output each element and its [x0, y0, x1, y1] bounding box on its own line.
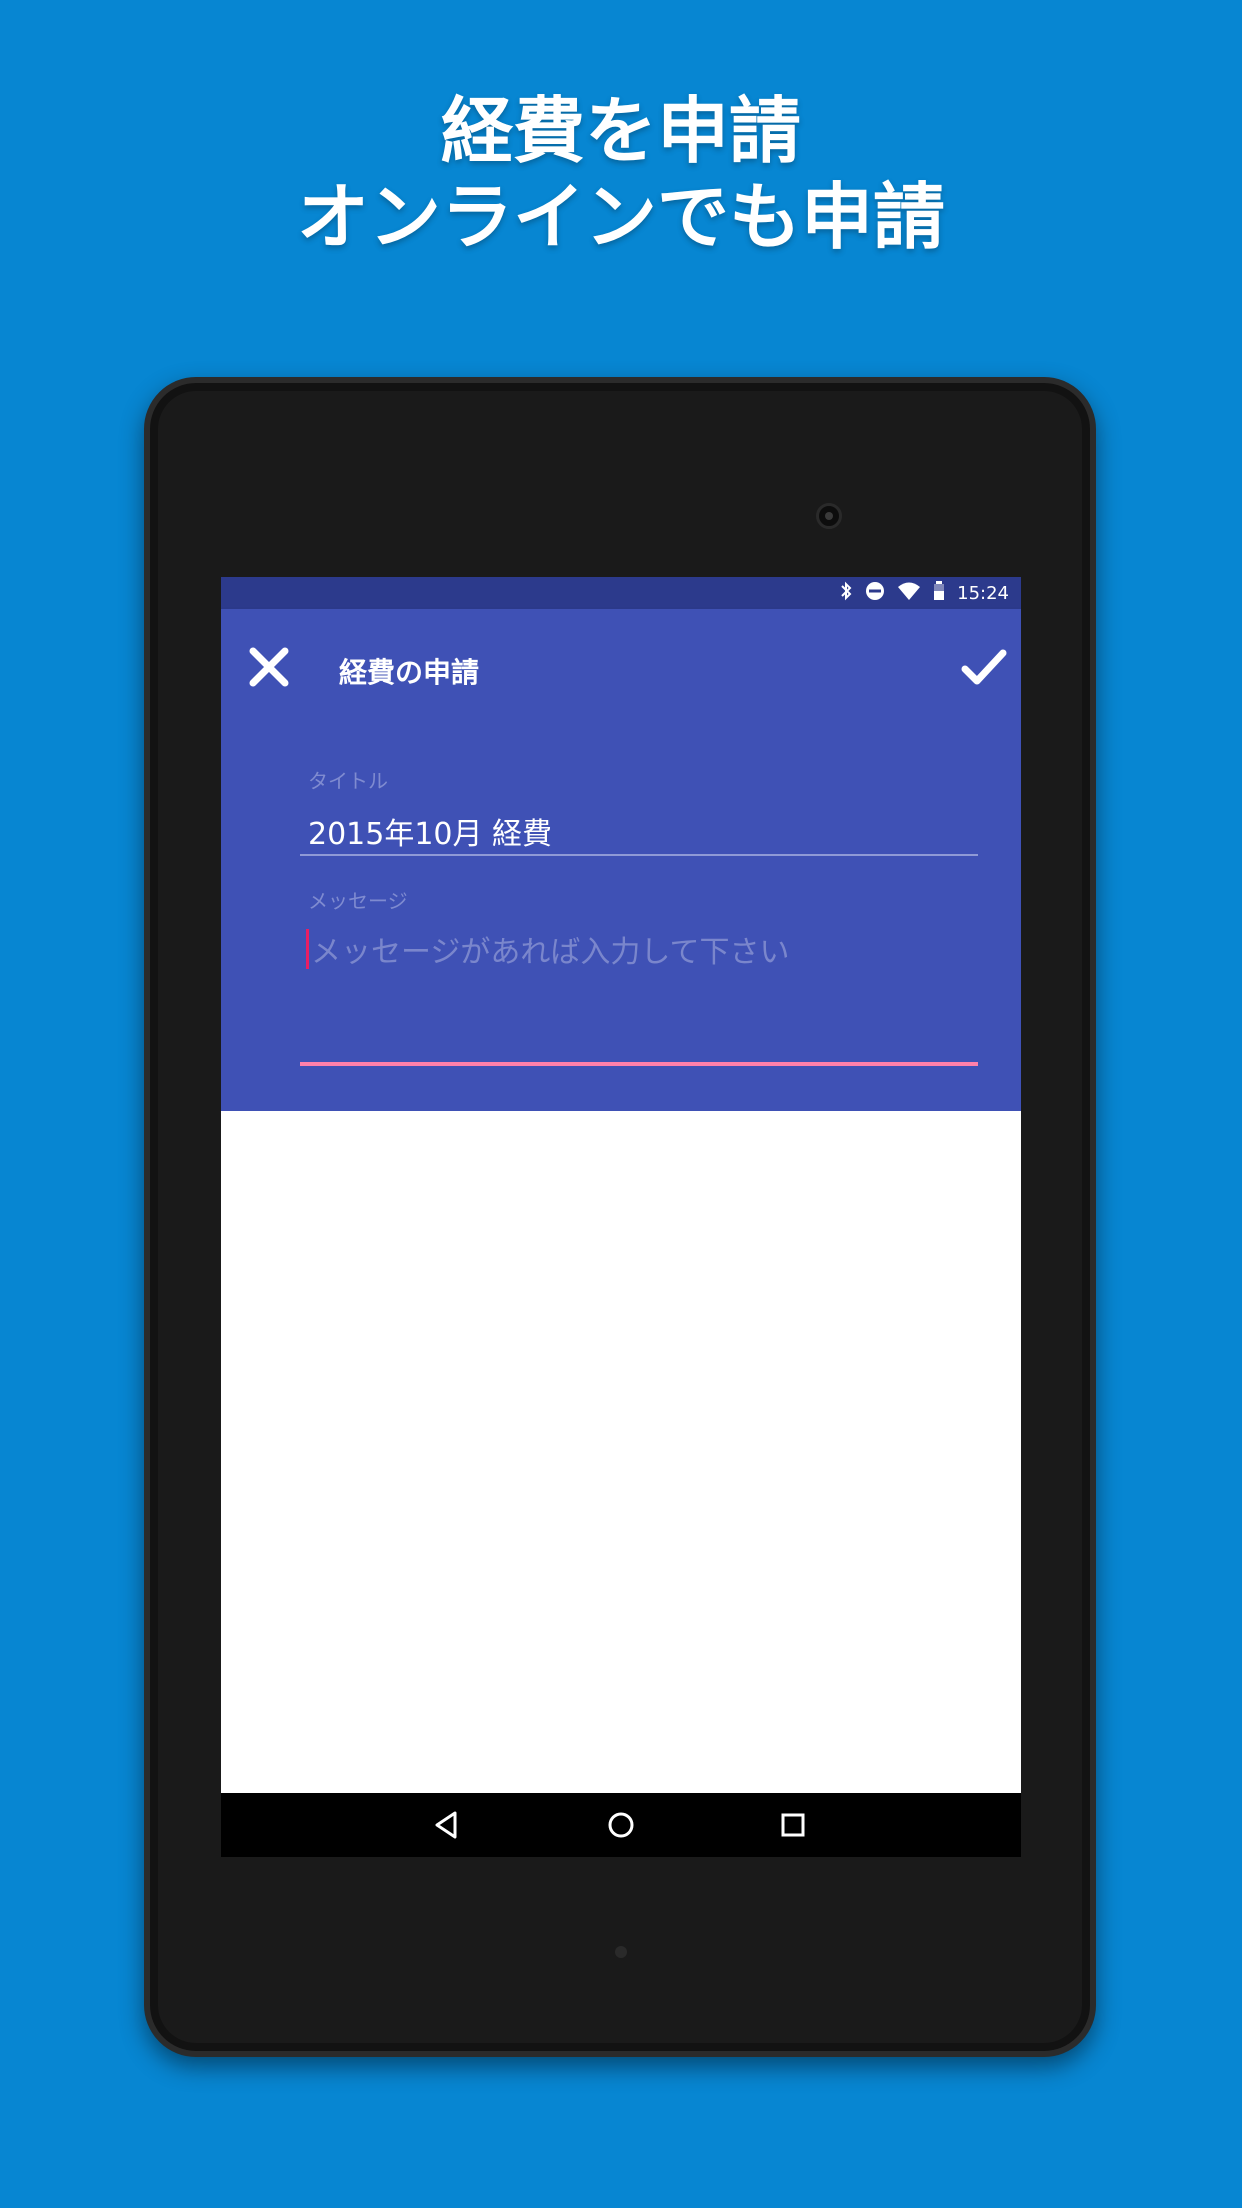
close-button[interactable]	[247, 645, 291, 689]
recents-icon	[781, 1813, 805, 1837]
promo-line-2: オンラインでも申請	[296, 175, 945, 259]
message-field-underline	[300, 1062, 978, 1066]
home-button[interactable]	[601, 1805, 641, 1845]
front-camera	[816, 503, 842, 529]
bluetooth-icon	[839, 581, 853, 605]
promo-headline: 経費を申請 オンラインでも申請	[0, 88, 1242, 260]
recents-button[interactable]	[773, 1805, 813, 1845]
confirm-button[interactable]	[961, 645, 1007, 689]
wifi-icon	[897, 581, 921, 605]
do-not-disturb-icon	[865, 581, 885, 605]
back-button[interactable]	[427, 1805, 467, 1845]
home-icon	[608, 1812, 634, 1838]
app-bar: 経費の申請 タイトル 2015年10月 経費 メッセージ メッセージがあれば入力…	[221, 609, 1021, 1111]
device-screen: 15:24 経費の申請 タイトル 2015年10月 経費 メッセージ メッセージ…	[221, 577, 1021, 1857]
message-field-label: メッセージ	[308, 889, 408, 913]
navigation-bar	[221, 1793, 1021, 1857]
text-cursor	[306, 929, 309, 969]
content-area	[221, 1111, 1021, 1793]
status-time: 15:24	[957, 582, 1009, 604]
title-field-label: タイトル	[308, 769, 388, 793]
check-icon	[961, 649, 1007, 685]
back-icon	[435, 1811, 457, 1839]
tablet-sensor	[615, 1946, 627, 1958]
message-field[interactable]: メッセージがあれば入力して下さい	[300, 927, 978, 971]
title-field-underline	[300, 854, 978, 856]
appbar-title: 経費の申請	[339, 656, 480, 689]
battery-icon	[933, 581, 945, 605]
promo-line-1: 経費を申請	[440, 89, 801, 173]
status-bar: 15:24	[221, 577, 1021, 609]
message-placeholder: メッセージがあれば入力して下さい	[311, 935, 790, 970]
close-icon	[249, 647, 289, 687]
title-field[interactable]: 2015年10月 経費	[308, 809, 552, 853]
